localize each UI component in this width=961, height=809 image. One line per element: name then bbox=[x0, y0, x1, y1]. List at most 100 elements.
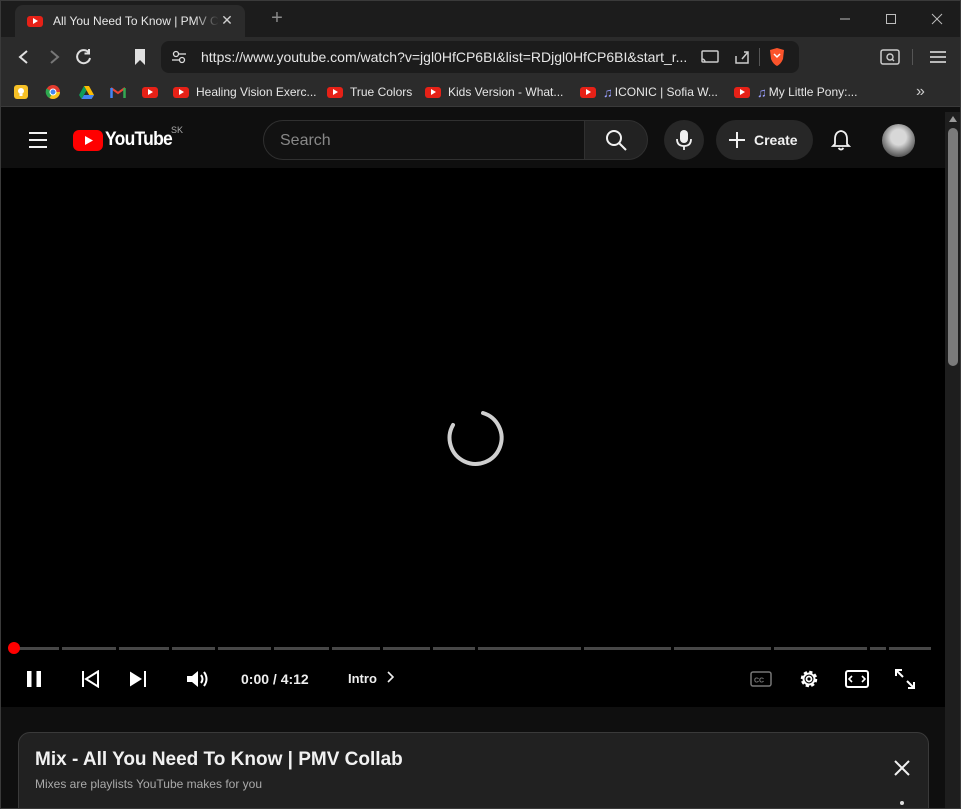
bookmark-item[interactable]: True Colors bbox=[327, 83, 412, 101]
chapter-segment bbox=[774, 647, 867, 650]
time-display: 0:00 / 4:12 bbox=[241, 671, 309, 687]
more-options-icon[interactable] bbox=[900, 801, 904, 805]
search-button[interactable] bbox=[584, 120, 648, 160]
video-player[interactable]: 0:00 / 4:12 Intro CC bbox=[1, 168, 945, 707]
url-text: https://www.youtube.com/watch?v=jgl0HfCP… bbox=[201, 49, 688, 65]
youtube-icon bbox=[425, 86, 441, 98]
tab-close-icon[interactable]: ✕ bbox=[219, 12, 235, 28]
tab-strip: All You Need To Know | PMV Collab ✕ + bbox=[1, 1, 960, 37]
bookmark-keep[interactable] bbox=[13, 83, 29, 101]
reload-icon[interactable] bbox=[71, 45, 97, 69]
chapter-segment bbox=[478, 647, 581, 650]
youtube-icon bbox=[327, 86, 343, 98]
pause-icon bbox=[27, 671, 41, 687]
maximize-icon[interactable] bbox=[879, 8, 903, 30]
bookmark-item[interactable]: Healing Vision Exerc... bbox=[173, 83, 317, 101]
address-bar[interactable]: https://www.youtube.com/watch?v=jgl0HfCP… bbox=[161, 41, 799, 73]
close-window-icon[interactable] bbox=[925, 8, 949, 30]
chevron-right-icon bbox=[386, 671, 394, 683]
youtube-logo[interactable]: YouTube SK bbox=[73, 125, 183, 152]
keep-icon bbox=[14, 85, 28, 99]
bell-icon bbox=[831, 130, 851, 151]
fullscreen-icon bbox=[895, 669, 915, 689]
tab-title: All You Need To Know | PMV Collab bbox=[53, 14, 219, 28]
scroll-up-icon[interactable] bbox=[949, 116, 957, 122]
youtube-icon bbox=[580, 86, 596, 98]
tab-active[interactable]: All You Need To Know | PMV Collab ✕ bbox=[15, 5, 245, 37]
bookmark-item[interactable]: ♫ My Little Pony:... bbox=[734, 83, 857, 101]
bookmark-drive[interactable] bbox=[78, 83, 95, 101]
more-bookmarks-icon[interactable]: » bbox=[916, 83, 925, 101]
subtitles-button[interactable]: CC bbox=[749, 665, 773, 693]
scrubber-handle[interactable] bbox=[8, 642, 20, 654]
loading-spinner-icon bbox=[447, 411, 504, 466]
guide-menu-icon[interactable] bbox=[27, 131, 49, 149]
theater-mode-button[interactable] bbox=[844, 665, 870, 693]
chapter-segment bbox=[870, 647, 886, 650]
create-label: Create bbox=[754, 132, 798, 148]
chapter-title: Intro bbox=[348, 671, 377, 686]
bookmark-item[interactable]: Kids Version - What... bbox=[425, 83, 563, 101]
divider bbox=[912, 49, 913, 65]
chapter-segment bbox=[172, 647, 215, 650]
chapter-button[interactable]: Intro bbox=[348, 671, 394, 686]
music-note-icon: ♫ bbox=[757, 84, 767, 100]
notifications-button[interactable] bbox=[826, 126, 856, 154]
youtube-favicon-icon bbox=[27, 15, 43, 27]
youtube-page: YouTube SK Search Create 0:00 / 4:12 Int… bbox=[1, 112, 945, 808]
microphone-icon bbox=[676, 130, 692, 150]
previous-button[interactable] bbox=[77, 665, 103, 693]
menu-icon[interactable] bbox=[925, 45, 951, 69]
chapter-segment bbox=[274, 647, 329, 650]
fullscreen-button[interactable] bbox=[892, 665, 918, 693]
svg-text:CC: CC bbox=[754, 678, 764, 685]
settings-button[interactable] bbox=[796, 665, 822, 693]
minimize-icon[interactable] bbox=[833, 8, 857, 30]
playlist-subtitle: Mixes are playlists YouTube makes for yo… bbox=[35, 777, 262, 791]
closed-captions-icon: CC bbox=[750, 671, 772, 687]
site-settings-icon[interactable] bbox=[171, 50, 187, 64]
bookmark-icon[interactable] bbox=[127, 45, 153, 69]
bookmark-gmail[interactable] bbox=[110, 83, 126, 101]
previous-icon bbox=[82, 670, 99, 688]
voice-search-button[interactable] bbox=[664, 120, 704, 160]
new-tab-icon[interactable]: + bbox=[267, 7, 287, 30]
progress-bar[interactable] bbox=[13, 647, 931, 650]
chapter-segment bbox=[584, 647, 671, 650]
next-icon bbox=[130, 671, 146, 687]
avatar[interactable] bbox=[882, 124, 915, 157]
bookmark-youtube[interactable] bbox=[142, 83, 165, 101]
chapter-segment bbox=[383, 647, 430, 650]
next-button[interactable] bbox=[125, 665, 151, 693]
chapter-segment bbox=[332, 647, 380, 650]
theater-mode-icon bbox=[845, 670, 869, 688]
youtube-masthead: YouTube SK Search Create bbox=[1, 112, 945, 168]
volume-button[interactable] bbox=[184, 665, 212, 693]
google-drive-icon bbox=[79, 85, 94, 99]
sidebar-search-icon[interactable] bbox=[877, 45, 903, 69]
pause-button[interactable] bbox=[21, 665, 47, 693]
bookmark-label: Healing Vision Exerc... bbox=[196, 85, 317, 99]
chrome-icon bbox=[45, 85, 60, 99]
cast-icon[interactable] bbox=[701, 50, 719, 64]
search-input[interactable]: Search bbox=[263, 120, 585, 160]
share-icon[interactable] bbox=[733, 49, 751, 65]
page-scrollbar[interactable] bbox=[945, 112, 960, 808]
bookmark-label: ICONIC | Sofia W... bbox=[614, 85, 718, 99]
bookmark-label: True Colors bbox=[350, 85, 413, 99]
bookmark-item[interactable]: ♫ ICONIC | Sofia W... bbox=[580, 83, 718, 101]
browser-toolbar: https://www.youtube.com/watch?v=jgl0HfCP… bbox=[1, 37, 960, 77]
brave-shield-icon[interactable] bbox=[768, 47, 786, 67]
gear-icon bbox=[800, 670, 818, 688]
bookmark-chrome[interactable] bbox=[45, 83, 61, 101]
scrollbar-thumb[interactable] bbox=[948, 128, 958, 366]
back-icon[interactable] bbox=[11, 45, 37, 69]
mix-playlist-panel: Mix - All You Need To Know | PMV Collab … bbox=[18, 732, 929, 808]
playlist-title[interactable]: Mix - All You Need To Know | PMV Collab bbox=[35, 749, 403, 771]
close-playlist-icon[interactable] bbox=[891, 757, 913, 779]
bookmark-label: My Little Pony:... bbox=[768, 85, 858, 99]
forward-icon[interactable] bbox=[41, 45, 67, 69]
bookmark-label: Kids Version - What... bbox=[448, 85, 564, 99]
create-button[interactable]: Create bbox=[716, 120, 813, 160]
plus-icon bbox=[729, 132, 745, 148]
